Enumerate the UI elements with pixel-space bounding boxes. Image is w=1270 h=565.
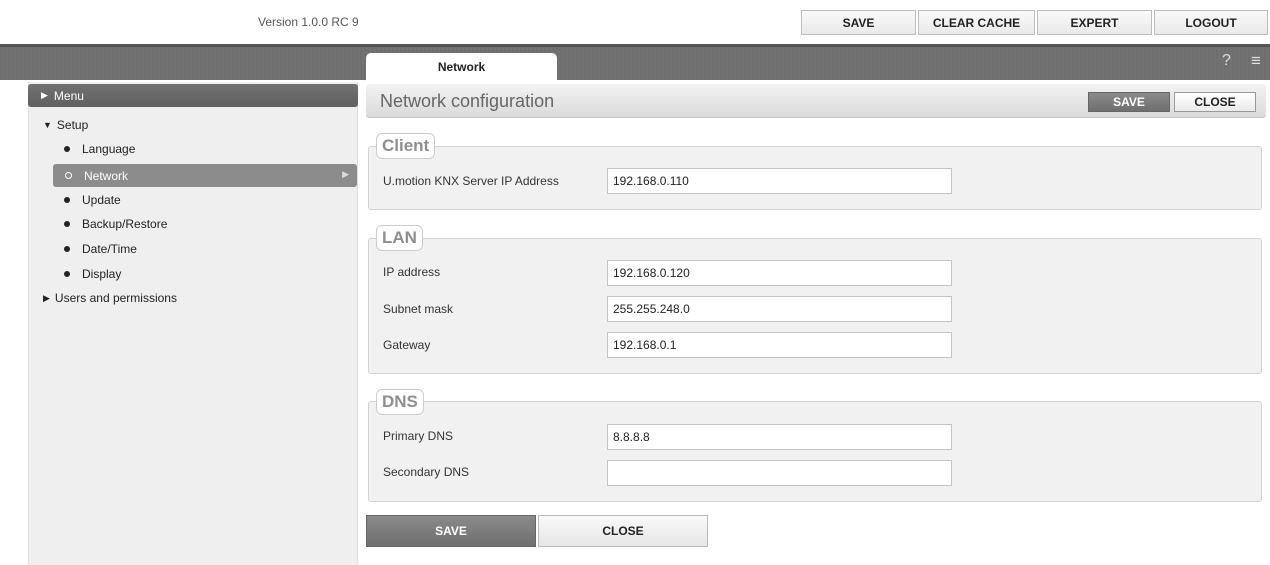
primary-dns-input[interactable]	[607, 424, 952, 450]
sidebar-item-users-permissions[interactable]: ▶ Users and permissions	[43, 291, 177, 305]
sidebar-item-label: Language	[82, 142, 136, 156]
sidebar-item-label: Network	[84, 168, 129, 183]
bullet-icon	[64, 197, 70, 203]
help-icon[interactable]: ?	[1222, 52, 1231, 70]
server-ip-input[interactable]	[607, 168, 952, 194]
version-label: Version 1.0.0 RC 9	[258, 15, 359, 29]
gateway-label: Gateway	[383, 338, 431, 352]
sidebar-item-date-time[interactable]: Date/Time	[64, 242, 137, 256]
dns-section	[368, 401, 1262, 502]
ip-address-label: IP address	[383, 265, 441, 279]
bottom-close-button[interactable]: CLOSE	[538, 515, 708, 547]
tab-network[interactable]: Network	[366, 53, 557, 80]
secondary-dns-input[interactable]	[607, 460, 952, 486]
sidebar-item-label: Setup	[56, 118, 89, 132]
triangle-right-icon: ▶	[43, 292, 50, 303]
page-title: Network configuration	[380, 91, 555, 111]
expert-button[interactable]: EXPERT	[1037, 10, 1152, 35]
primary-dns-label: Primary DNS	[383, 429, 454, 443]
logout-button[interactable]: LOGOUT	[1154, 10, 1268, 35]
clear-cache-button[interactable]: CLEAR CACHE	[918, 10, 1035, 35]
bullet-icon	[64, 246, 70, 252]
sidebar-item-label: Update	[82, 193, 121, 207]
bullet-icon	[64, 221, 70, 227]
sidebar-item-update[interactable]: Update	[64, 193, 121, 207]
sidebar-item-label: Users and permissions	[54, 291, 177, 305]
server-ip-label: U.motion KNX Server IP Address	[383, 174, 559, 188]
triangle-right-icon: ▶	[41, 90, 48, 100]
hamburger-menu-icon[interactable]: ≡	[1251, 51, 1261, 71]
subnet-mask-input[interactable]	[607, 296, 952, 322]
save-button[interactable]: SAVE	[1088, 92, 1170, 112]
sidebar-item-backup-restore[interactable]: Backup/Restore	[64, 217, 167, 231]
sidebar-item-setup[interactable]: ▼ Setup	[43, 118, 88, 132]
tab-bar	[0, 47, 1270, 80]
bullet-icon	[64, 146, 70, 152]
bullet-icon	[64, 271, 70, 277]
save-button-top[interactable]: SAVE	[801, 10, 916, 35]
bottom-save-button[interactable]: SAVE	[366, 515, 536, 547]
triangle-right-icon: ▶	[342, 169, 349, 179]
sidebar-item-label: Backup/Restore	[82, 217, 168, 231]
sidebar-item-label: Date/Time	[82, 242, 137, 256]
client-legend: Client	[376, 133, 436, 159]
close-button[interactable]: CLOSE	[1174, 92, 1256, 112]
ip-address-input[interactable]	[607, 260, 952, 286]
sidebar-item-network[interactable]: Network ▶	[53, 164, 357, 187]
triangle-down-icon: ▼	[43, 120, 52, 130]
sidebar-item-language[interactable]: Language	[64, 142, 135, 156]
top-bar: Version 1.0.0 RC 9 SAVE CLEAR CACHE EXPE…	[0, 0, 1270, 44]
lan-legend: LAN	[376, 225, 423, 251]
bullet-icon	[65, 172, 72, 179]
menu-title: Menu	[53, 88, 84, 103]
sidebar-item-display[interactable]: Display	[64, 267, 121, 281]
secondary-dns-label: Secondary DNS	[383, 465, 470, 479]
content-header: Network configuration SAVE CLOSE	[366, 84, 1266, 118]
sidebar-menu-header[interactable]: ▶ Menu	[28, 84, 358, 107]
subnet-mask-label: Subnet mask	[383, 302, 454, 316]
sidebar-item-label: Display	[82, 267, 122, 281]
dns-legend: DNS	[376, 389, 424, 415]
gateway-input[interactable]	[607, 332, 952, 358]
